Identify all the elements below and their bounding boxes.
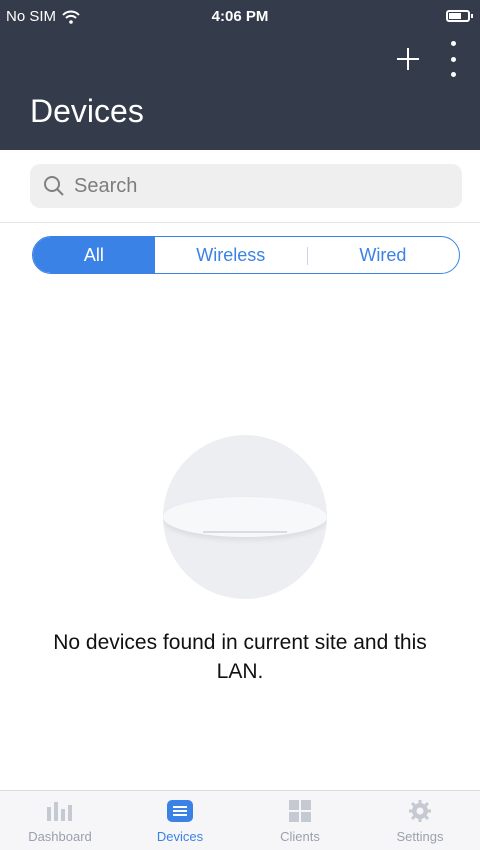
- tab-dashboard[interactable]: Dashboard: [0, 791, 120, 850]
- bottom-tab-bar: Dashboard Devices Clients Settings: [0, 790, 480, 850]
- tab-devices[interactable]: Devices: [120, 791, 240, 850]
- bar-chart-icon: [47, 802, 72, 821]
- battery-icon: [446, 10, 473, 22]
- gear-icon: [409, 800, 431, 822]
- tab-label-settings: Settings: [396, 829, 444, 844]
- search-bar[interactable]: [30, 164, 462, 208]
- more-options-button[interactable]: [444, 41, 462, 77]
- search-section: [0, 150, 480, 223]
- grid-icon: [289, 800, 311, 822]
- tab-label-dashboard: Dashboard: [28, 829, 92, 844]
- filter-all[interactable]: All: [33, 237, 155, 273]
- empty-state-illustration: [163, 435, 327, 599]
- status-time: 4:06 PM: [211, 8, 269, 25]
- plus-icon: [397, 48, 419, 70]
- page-title: Devices: [30, 93, 144, 129]
- device-type-filter: All Wireless Wired: [32, 236, 460, 274]
- add-device-button[interactable]: [396, 40, 420, 78]
- filter-wired-label: Wired: [359, 244, 407, 265]
- app-header: No SIM 4:06 PM Devices: [0, 0, 480, 150]
- search-input[interactable]: [72, 173, 456, 199]
- list-icon: [167, 800, 193, 822]
- empty-state-message: No devices found in current site and thi…: [53, 631, 427, 683]
- tab-settings[interactable]: Settings: [360, 791, 480, 850]
- kebab-icon: [450, 41, 456, 46]
- tab-label-devices: Devices: [156, 829, 204, 844]
- search-icon: [44, 176, 64, 196]
- header-actions: [396, 40, 462, 78]
- filter-wireless[interactable]: Wireless: [155, 237, 307, 273]
- segment-divider: [306, 247, 308, 265]
- filter-wired[interactable]: Wired: [306, 237, 459, 273]
- status-bar: No SIM 4:06 PM: [0, 0, 480, 34]
- tab-label-clients: Clients: [280, 829, 320, 844]
- tab-clients[interactable]: Clients: [240, 791, 360, 850]
